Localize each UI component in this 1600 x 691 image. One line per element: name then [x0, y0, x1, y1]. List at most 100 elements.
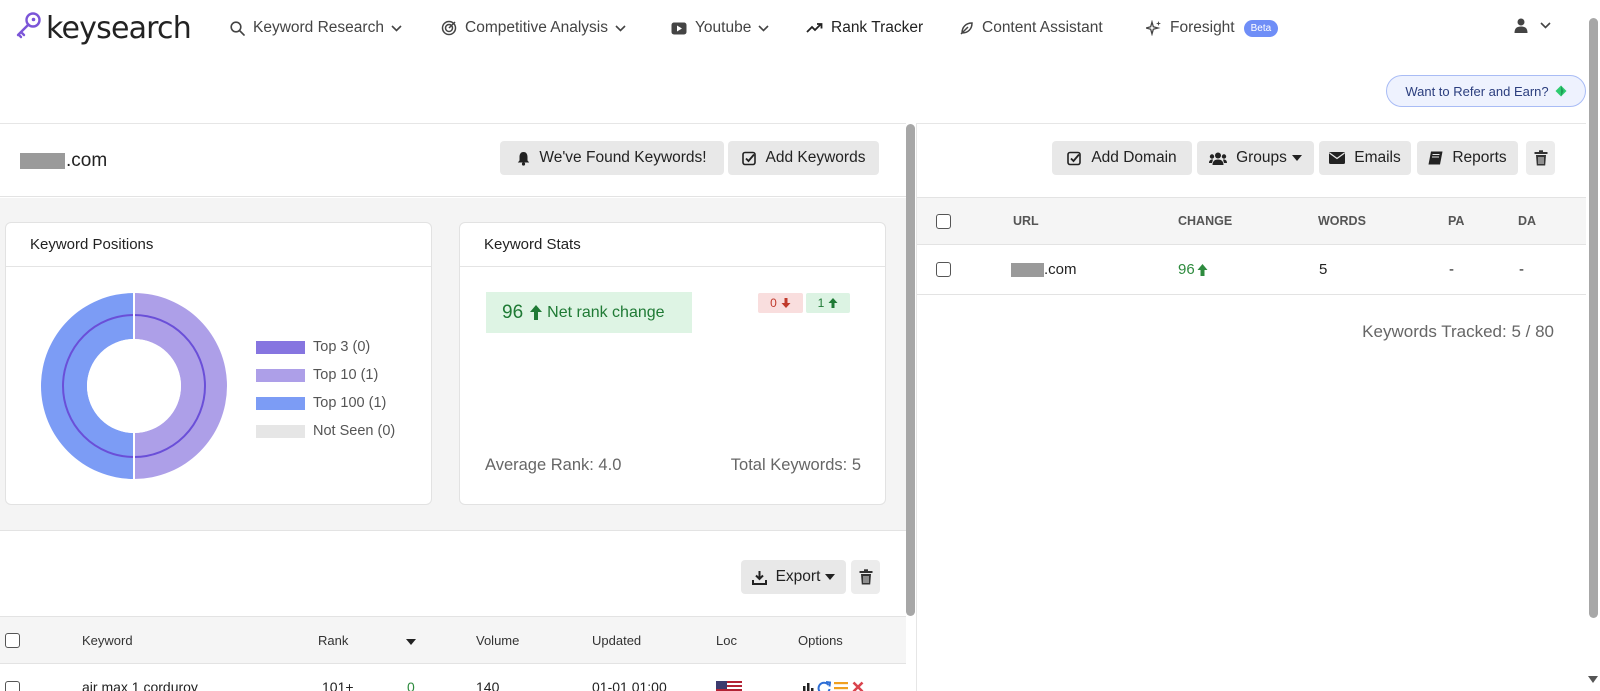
- found-keywords-button[interactable]: We've Found Keywords!: [500, 141, 724, 175]
- key-icon: [14, 10, 44, 47]
- updated-cell: 01-01 01:00: [592, 679, 667, 691]
- domain-suffix: .com: [66, 150, 108, 171]
- brand-name: keysearch: [46, 11, 192, 46]
- col-volume[interactable]: Volume: [476, 633, 519, 648]
- delete-domain-button[interactable]: [1526, 141, 1555, 175]
- legend-label: Top 10 (1): [313, 367, 379, 383]
- nav-content-assistant[interactable]: Content Assistant: [959, 17, 1103, 39]
- domains-panel: Add Domain Groups Emails Reports URL CHA…: [916, 123, 1587, 691]
- groups-button[interactable]: Groups: [1197, 141, 1314, 175]
- nav-foresight[interactable]: Foresight Beta: [1146, 17, 1279, 39]
- change-value: 96: [1178, 261, 1195, 278]
- legend-label: Not Seen (0): [313, 423, 396, 439]
- card-title: Keyword Positions: [6, 223, 431, 267]
- table-row: air max 1 corduroy 101+ 0 140 01-01 01:0…: [0, 665, 906, 691]
- legend-swatch: [256, 340, 305, 354]
- keyword-positions-card: Keyword Positions Top 3 (0) Top 10 (1) T…: [5, 222, 432, 505]
- add-domain-button[interactable]: Add Domain: [1052, 141, 1192, 175]
- donut-hole: [87, 339, 181, 433]
- chevron-down-icon: [758, 24, 769, 32]
- nav-rank-tracker[interactable]: Rank Tracker: [806, 17, 923, 39]
- keyword-cell[interactable]: air max 1 corduroy: [82, 679, 198, 691]
- col-da[interactable]: DA: [1518, 214, 1536, 228]
- table-row: .com 96 5 - -: [917, 246, 1587, 295]
- reports-button[interactable]: Reports: [1417, 141, 1518, 175]
- feather-icon: [960, 21, 973, 35]
- net-rank-change: 96 Net rank change: [486, 292, 692, 333]
- nav-label: Competitive Analysis: [465, 19, 609, 36]
- refer-and-earn-button[interactable]: Want to Refer and Earn?: [1386, 75, 1586, 107]
- nav-competitive-analysis[interactable]: Competitive Analysis: [441, 17, 626, 39]
- scrollbar-thumb[interactable]: [1589, 18, 1598, 618]
- redacted-domain: [1011, 262, 1044, 277]
- nav-keyword-research[interactable]: Keyword Research: [230, 17, 402, 39]
- add-keywords-label: Add Keywords: [765, 149, 866, 166]
- nav-label: Content Assistant: [982, 19, 1103, 36]
- select-all-keywords-checkbox[interactable]: [5, 633, 20, 648]
- change-cell: 96: [1178, 261, 1208, 278]
- nav-label: Foresight: [1170, 19, 1235, 36]
- col-updated[interactable]: Updated: [592, 633, 641, 648]
- trash-icon: [1534, 150, 1547, 166]
- scroll-down-arrow-icon[interactable]: [1588, 676, 1598, 683]
- col-url[interactable]: URL: [1013, 214, 1039, 228]
- legend-item-top-10: Top 10 (1): [256, 367, 378, 383]
- nav-label: Keyword Research: [253, 19, 384, 36]
- col-options: Options: [798, 633, 843, 648]
- project-panel: .com We've Found Keywords! Add Keywords …: [0, 123, 906, 691]
- keyword-list-area: Export Keyword Rank Volume Updated Loc O…: [0, 532, 906, 691]
- net-rank-value: 96: [502, 301, 524, 323]
- stats-area: Keyword Positions Top 3 (0) Top 10 (1) T…: [0, 198, 906, 531]
- legend-swatch: [256, 368, 305, 382]
- export-label: Export: [775, 568, 821, 585]
- emails-button[interactable]: Emails: [1319, 141, 1411, 175]
- row-checkbox[interactable]: [5, 681, 20, 691]
- keyword-stats-card: Keyword Stats 96 Net rank change 0 1 Ave…: [459, 222, 886, 505]
- found-keywords-label: We've Found Keywords!: [539, 149, 707, 166]
- legend-swatch: [256, 424, 305, 438]
- caret-down-icon: [1291, 155, 1302, 161]
- target-icon: [441, 20, 457, 36]
- emails-label: Emails: [1354, 149, 1401, 166]
- col-keyword[interactable]: Keyword: [82, 633, 133, 648]
- arrow-up-icon: [1197, 263, 1208, 276]
- refer-label: Want to Refer and Earn?: [1405, 83, 1549, 99]
- col-rank[interactable]: Rank: [318, 633, 348, 648]
- nav-label: Rank Tracker: [831, 19, 924, 36]
- page-scrollbar[interactable]: [1586, 0, 1600, 691]
- card-title: Keyword Stats: [460, 223, 885, 267]
- url-cell[interactable]: .com: [1011, 261, 1077, 278]
- sort-caret-down-icon[interactable]: [406, 639, 416, 645]
- da-cell: -: [1519, 261, 1524, 278]
- legend-item-not-seen: Not Seen (0): [256, 423, 395, 439]
- chart-icon[interactable]: [802, 681, 814, 691]
- delete-x-icon[interactable]: [852, 681, 864, 691]
- row-checkbox[interactable]: [936, 262, 951, 277]
- youtube-icon: [671, 22, 687, 34]
- delete-keywords-button[interactable]: [851, 560, 880, 594]
- top-navigation: keysearch Keyword Research Competitive A…: [0, 0, 1585, 56]
- redacted-domain: [20, 153, 65, 169]
- user-menu[interactable]: [1514, 18, 1551, 33]
- left-panel-scrollbar[interactable]: [906, 124, 915, 616]
- caret-down-icon: [825, 574, 836, 580]
- nav-label: Youtube: [695, 19, 752, 36]
- col-words[interactable]: WORDS: [1318, 214, 1366, 228]
- chevron-down-icon: [391, 24, 402, 32]
- rank-change-cell: 0: [407, 679, 415, 691]
- nav-youtube[interactable]: Youtube: [671, 17, 769, 39]
- export-button[interactable]: Export: [741, 560, 846, 594]
- col-pa[interactable]: PA: [1448, 214, 1464, 228]
- add-keywords-button[interactable]: Add Keywords: [728, 141, 879, 175]
- rank-up-badge: 1: [806, 293, 850, 313]
- list-icon[interactable]: [834, 681, 848, 691]
- col-change[interactable]: CHANGE: [1178, 214, 1232, 228]
- rank-cell: 101+: [322, 679, 354, 691]
- col-loc[interactable]: Loc: [716, 633, 737, 648]
- refresh-icon[interactable]: [817, 681, 831, 691]
- select-all-domains-checkbox[interactable]: [936, 214, 951, 229]
- us-flag-icon: [716, 681, 742, 691]
- arrow-down-icon: [781, 298, 791, 308]
- brand-logo[interactable]: keysearch: [14, 10, 192, 47]
- net-rank-label: Net rank change: [547, 303, 665, 321]
